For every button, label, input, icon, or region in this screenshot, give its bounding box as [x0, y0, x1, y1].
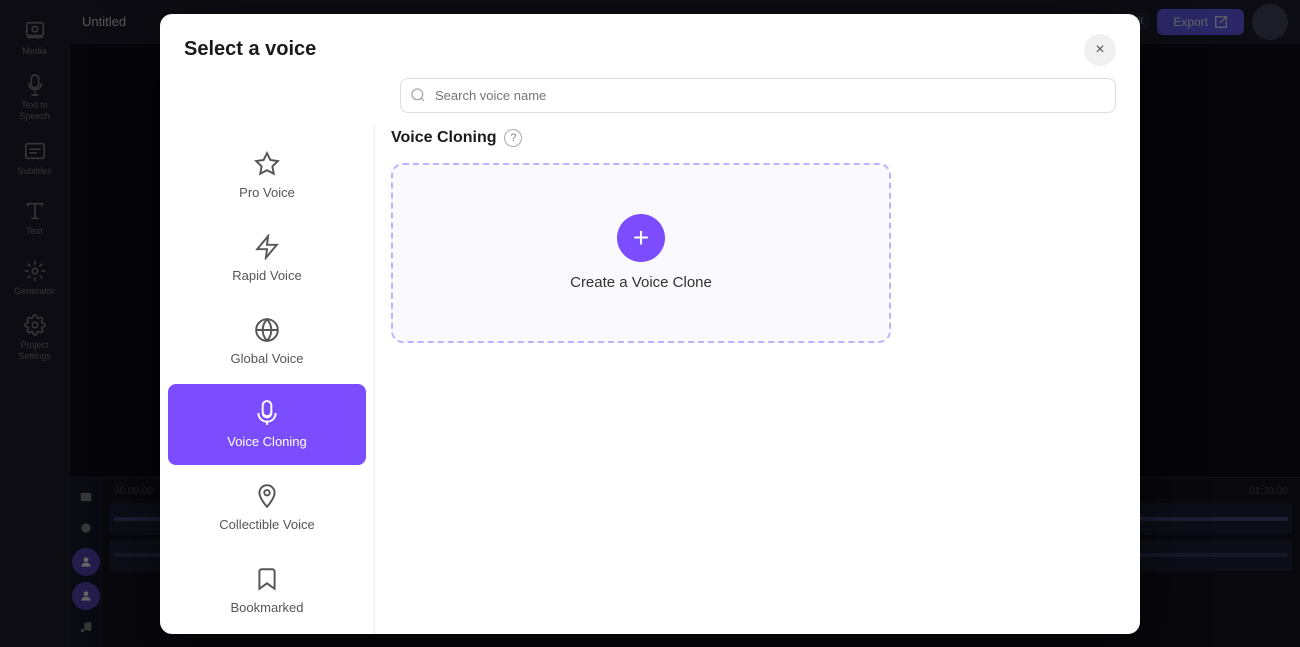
- voice-search-input[interactable]: [400, 78, 1116, 113]
- search-input-wrapper: [400, 78, 1116, 113]
- voice-categories-list: Pro Voice Rapid Voice Global: [160, 125, 375, 634]
- voice-content-area: Voice Cloning ? + Create a Voice Clone: [375, 125, 1140, 634]
- search-section: [160, 66, 1140, 113]
- category-pro-voice[interactable]: Pro Voice: [168, 135, 366, 216]
- category-rapid-voice-label: Rapid Voice: [232, 268, 301, 283]
- category-bookmarked-label: Bookmarked: [231, 600, 304, 615]
- collectible-voice-icon: [254, 483, 280, 509]
- bookmarked-icon: [254, 566, 280, 592]
- search-icon: [410, 87, 426, 103]
- create-voice-clone-card[interactable]: + Create a Voice Clone: [391, 163, 891, 343]
- category-bookmarked[interactable]: Bookmarked: [168, 550, 366, 631]
- category-voice-cloning[interactable]: Voice Cloning: [168, 384, 366, 465]
- voice-cloning-icon: [254, 400, 280, 426]
- voice-section-header: Voice Cloning ?: [391, 125, 1124, 147]
- voice-section-title: Voice Cloning: [391, 129, 496, 147]
- category-voice-cloning-label: Voice Cloning: [227, 434, 307, 449]
- category-global-voice[interactable]: Global Voice: [168, 301, 366, 382]
- global-voice-icon: [254, 317, 280, 343]
- category-pro-voice-label: Pro Voice: [239, 185, 295, 200]
- dialog-title: Select a voice: [184, 38, 316, 61]
- dialog-header: Select a voice ×: [160, 14, 1140, 66]
- dialog-close-button[interactable]: ×: [1084, 34, 1116, 66]
- dialog-overlay: Select a voice ×: [0, 0, 1300, 647]
- dialog-body: Pro Voice Rapid Voice Global: [160, 113, 1140, 634]
- category-global-voice-label: Global Voice: [231, 351, 304, 366]
- category-collectible-voice[interactable]: Collectible Voice: [168, 467, 366, 548]
- pro-voice-icon: [254, 151, 280, 177]
- category-rapid-voice[interactable]: Rapid Voice: [168, 218, 366, 299]
- rapid-voice-icon: [254, 234, 280, 260]
- plus-icon: +: [617, 214, 665, 262]
- select-voice-dialog: Select a voice ×: [160, 14, 1140, 634]
- category-collectible-voice-label: Collectible Voice: [219, 517, 314, 532]
- help-icon[interactable]: ?: [504, 129, 522, 147]
- create-clone-label: Create a Voice Clone: [570, 274, 712, 291]
